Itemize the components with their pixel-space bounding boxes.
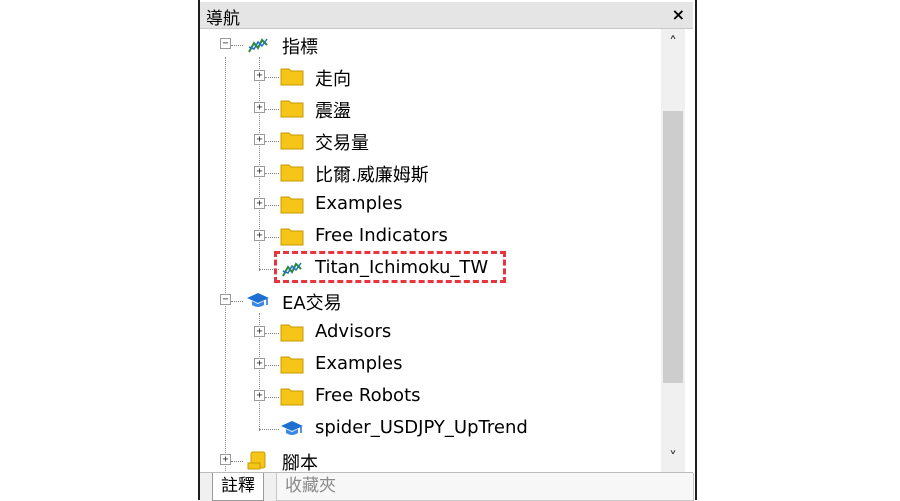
folder-icon — [280, 196, 304, 214]
folder-icon — [280, 228, 304, 246]
expand-icon[interactable]: + — [254, 70, 265, 81]
folder-icon — [280, 356, 304, 374]
scrollbar-thumb[interactable] — [663, 111, 683, 383]
expand-icon[interactable]: + — [220, 454, 231, 465]
tree-folder[interactable]: + 比爾.威廉姆斯 — [200, 159, 660, 187]
tree-node-label: Free Indicators — [315, 225, 448, 246]
tree-folder[interactable]: + 交易量 — [200, 127, 660, 155]
tree-node-indicators[interactable]: − 指標 — [200, 31, 660, 59]
folder-icon — [280, 388, 304, 406]
close-icon[interactable]: × — [672, 5, 685, 24]
tree-folder[interactable]: + Free Robots — [200, 383, 660, 411]
tree-folder[interactable]: + 走向 — [200, 63, 660, 91]
tab-notes[interactable]: 註釋 — [212, 473, 264, 501]
graduation-cap-icon — [247, 293, 269, 307]
indicator-icon — [248, 38, 268, 53]
tree-node-expert-advisors[interactable]: − EA交易 — [200, 287, 660, 315]
tree-node-label: spider_USDJPY_UpTrend — [315, 417, 528, 438]
tree-node-label: 指標 — [282, 37, 318, 58]
tree-folder[interactable]: + Advisors — [200, 319, 660, 347]
folder-icon — [280, 68, 304, 86]
scroll-down-icon[interactable]: ˅ — [661, 444, 685, 472]
vertical-scrollbar[interactable]: ˄ ˅ — [661, 29, 685, 472]
expand-icon[interactable]: + — [254, 134, 265, 145]
expand-icon[interactable]: + — [254, 230, 265, 241]
folder-icon — [280, 324, 304, 342]
tree-item-ea-file[interactable]: spider_USDJPY_UpTrend — [200, 415, 660, 443]
graduation-cap-icon — [281, 421, 303, 435]
collapse-icon[interactable]: − — [220, 38, 231, 49]
tree-folder[interactable]: + Examples — [200, 191, 660, 219]
tree-node-label: Free Robots — [315, 385, 421, 406]
tree-node-label: 交易量 — [315, 133, 369, 154]
tree-node-label: Advisors — [315, 321, 392, 342]
panel-right-border — [695, 0, 697, 500]
tree-node-label: EA交易 — [282, 293, 342, 314]
expand-icon[interactable]: + — [254, 358, 265, 369]
tree-node-label: 走向 — [315, 69, 351, 90]
script-icon — [247, 451, 266, 470]
tree-node-label: 震盪 — [315, 101, 351, 122]
tree-node-scripts[interactable]: + 腳本 — [200, 447, 660, 472]
tree-folder[interactable]: + 震盪 — [200, 95, 660, 123]
panel-titlebar: 導航 × — [200, 2, 693, 29]
folder-icon — [280, 132, 304, 150]
collapse-icon[interactable]: − — [220, 294, 231, 305]
folder-icon — [280, 164, 304, 182]
tree-node-label: 比爾.威廉姆斯 — [315, 165, 429, 186]
panel-title: 導航 — [206, 9, 240, 29]
tree-folder[interactable]: + Examples — [200, 351, 660, 379]
highlight-box — [274, 251, 506, 283]
tree-folder[interactable]: + Free Indicators — [200, 223, 660, 251]
expand-icon[interactable]: + — [254, 102, 265, 113]
folder-icon — [280, 100, 304, 118]
tree-node-label: Examples — [315, 193, 403, 214]
expand-icon[interactable]: + — [254, 166, 265, 177]
tree-node-label: Examples — [315, 353, 403, 374]
tree-node-label: 腳本 — [282, 453, 318, 472]
tab-favorites[interactable]: 收藏夾 — [276, 473, 694, 501]
scroll-up-icon[interactable]: ˄ — [661, 29, 685, 57]
expand-icon[interactable]: + — [254, 198, 265, 209]
panel-tabs: 註釋 收藏夾 — [200, 472, 694, 501]
expand-icon[interactable]: + — [254, 326, 265, 337]
expand-icon[interactable]: + — [254, 390, 265, 401]
